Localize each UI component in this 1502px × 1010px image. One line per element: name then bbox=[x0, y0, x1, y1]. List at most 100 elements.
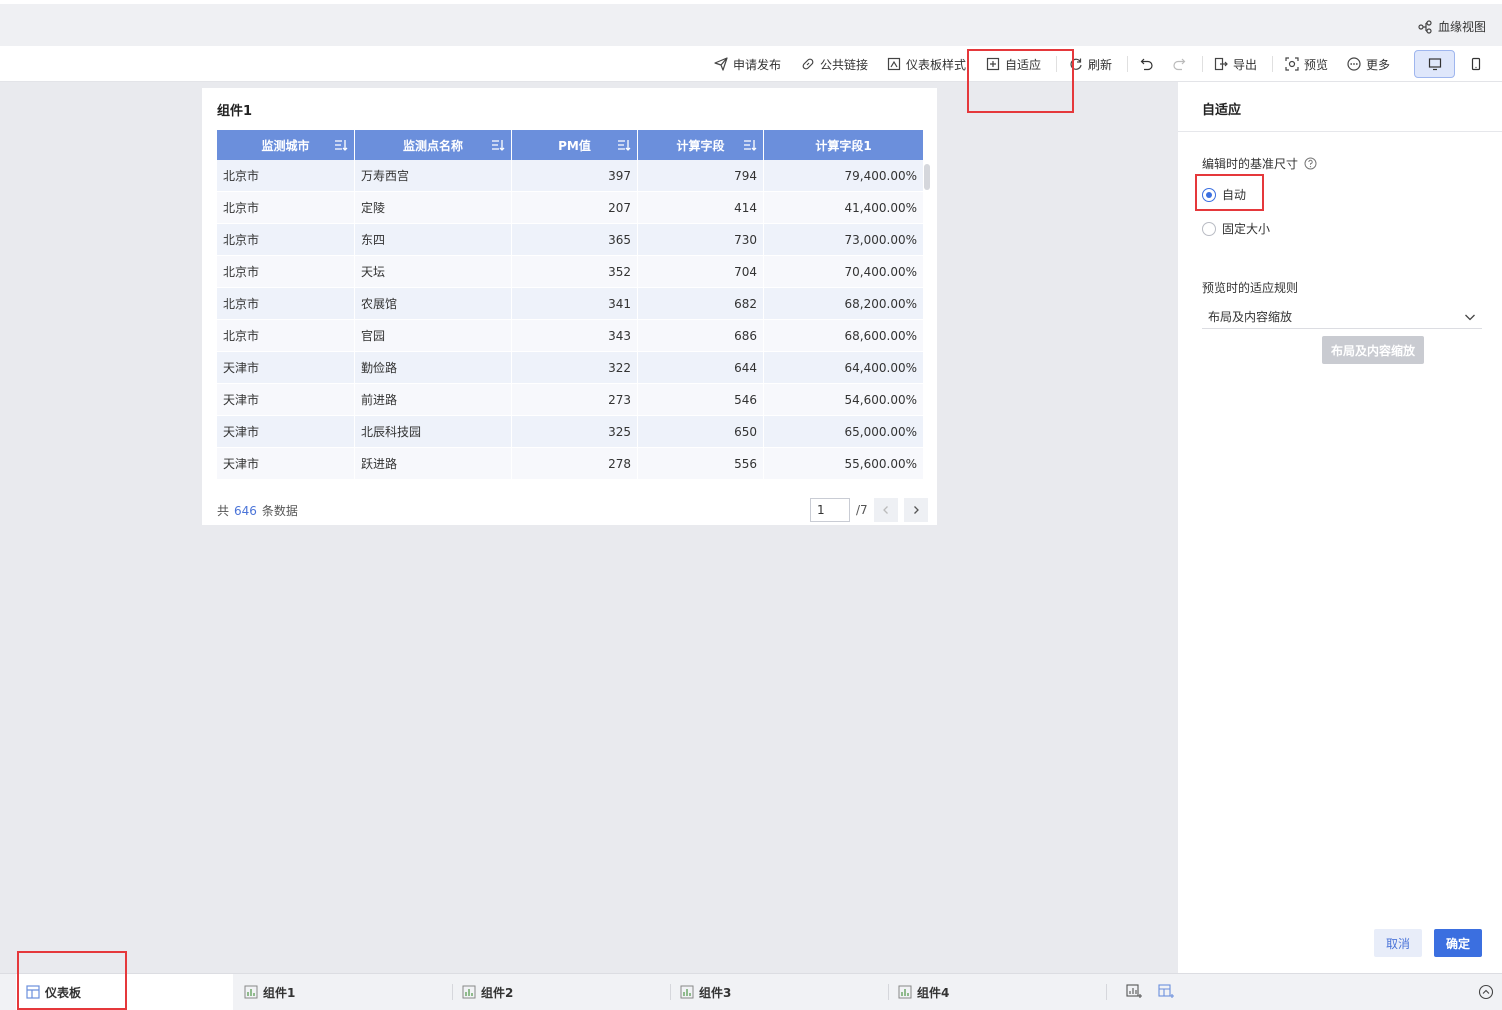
table-row[interactable]: 北京市 万寿西宫 397 794 79,400.00% bbox=[217, 160, 923, 192]
column-header[interactable]: 监测城市 bbox=[217, 130, 355, 160]
refresh-button[interactable]: 刷新 bbox=[1069, 54, 1112, 74]
add-dashboard-button[interactable] bbox=[1156, 982, 1176, 1002]
sort-icon[interactable] bbox=[334, 138, 348, 152]
radio-auto[interactable]: 自动 bbox=[1202, 186, 1246, 203]
collapse-button[interactable] bbox=[1476, 982, 1496, 1002]
table-scrollbar[interactable] bbox=[924, 164, 930, 190]
table-cell: 644 bbox=[638, 352, 764, 384]
table-cell: 207 bbox=[512, 192, 638, 224]
table-cell: 官园 bbox=[355, 320, 512, 352]
pagination: /7 bbox=[810, 498, 928, 522]
preview-button[interactable]: 预览 bbox=[1285, 54, 1328, 74]
adaptive-settings-panel: 自适应 编辑时的基准尺寸 自动 固定大小 预览时的适应规则 布局及内容缩放 布局… bbox=[1178, 82, 1502, 973]
preview-rule-button[interactable]: 布局及内容缩放 bbox=[1322, 336, 1424, 364]
radio-fixed-dot[interactable] bbox=[1202, 221, 1216, 236]
next-page-button[interactable] bbox=[903, 498, 928, 522]
palette-icon bbox=[887, 57, 901, 71]
table-cell: 546 bbox=[638, 384, 764, 416]
table-cell: 北京市 bbox=[217, 320, 355, 352]
total-count: 共 646 条数据 bbox=[217, 502, 298, 519]
chart-icon bbox=[898, 985, 912, 999]
page-total: /7 bbox=[856, 503, 868, 517]
sort-icon[interactable] bbox=[617, 138, 631, 152]
prev-page-button[interactable] bbox=[873, 498, 898, 522]
table-row[interactable]: 北京市 农展馆 341 682 68,200.00% bbox=[217, 288, 923, 320]
table-cell: 273 bbox=[512, 384, 638, 416]
adaptive-label: 自适应 bbox=[1005, 57, 1042, 72]
mobile-icon bbox=[1471, 57, 1480, 71]
publish-label: 申请发布 bbox=[733, 57, 782, 72]
undo-button[interactable] bbox=[1140, 54, 1154, 74]
preview-rule-select[interactable]: 布局及内容缩放 bbox=[1202, 305, 1482, 329]
redo-button[interactable] bbox=[1172, 54, 1186, 74]
table-cell: 343 bbox=[512, 320, 638, 352]
confirm-button[interactable]: 确定 bbox=[1434, 929, 1482, 957]
adaptive-button[interactable]: 自适应 bbox=[986, 54, 1041, 74]
export-label: 导出 bbox=[1233, 57, 1258, 72]
radio-auto-label: 自动 bbox=[1222, 188, 1247, 202]
more-icon bbox=[1347, 57, 1361, 71]
mobile-view-button[interactable] bbox=[1455, 50, 1496, 78]
table-cell: 41,400.00% bbox=[844, 201, 917, 215]
tab-component-3-label: 组件3 bbox=[699, 985, 732, 1000]
table-cell: 定陵 bbox=[355, 192, 512, 224]
page-number-input[interactable] bbox=[810, 498, 850, 522]
table-row[interactable]: 天津市 前进路 273 546 54,600.00% bbox=[217, 384, 923, 416]
column-header[interactable]: 计算字段1 bbox=[764, 130, 923, 160]
link-icon bbox=[802, 58, 814, 70]
add-component-button[interactable] bbox=[1124, 982, 1144, 1002]
desktop-icon bbox=[1428, 58, 1441, 71]
dashboard-style-button[interactable]: 仪表板样式 bbox=[887, 54, 966, 74]
table-row[interactable]: 天津市 跃进路 278 556 55,600.00% bbox=[217, 448, 923, 480]
table-row[interactable]: 天津市 勤俭路 322 644 64,400.00% bbox=[217, 352, 923, 384]
table-row[interactable]: 北京市 定陵 207 414 41,400.00% bbox=[217, 192, 923, 224]
table-row[interactable]: 天津市 北辰科技园 325 650 65,000.00% bbox=[217, 416, 923, 448]
table-cell: 跃进路 bbox=[355, 448, 512, 480]
component-card: 组件1 监测城市 监测点名称 PM值 计算字段 计算字段1 北京市 万寿西宫 397… bbox=[202, 88, 937, 525]
desktop-view-button[interactable] bbox=[1414, 50, 1455, 78]
radio-fixed-size[interactable]: 固定大小 bbox=[1202, 220, 1270, 237]
table-row[interactable]: 北京市 官园 343 686 68,600.00% bbox=[217, 320, 923, 352]
dashboard-icon bbox=[26, 985, 40, 999]
export-button[interactable]: 导出 bbox=[1214, 54, 1257, 74]
table-row[interactable]: 北京市 东四 365 730 73,000.00% bbox=[217, 224, 923, 256]
help-icon[interactable] bbox=[1304, 157, 1317, 170]
publish-button[interactable]: 申请发布 bbox=[714, 54, 781, 74]
table-cell: 北京市 bbox=[217, 160, 355, 192]
table-row[interactable]: 北京市 天坛 352 704 70,400.00% bbox=[217, 256, 923, 288]
table-cell: 68,200.00% bbox=[844, 297, 917, 311]
chevron-left-icon bbox=[882, 506, 888, 514]
tab-component-3[interactable]: 组件3 bbox=[670, 974, 731, 1010]
tab-component-2[interactable]: 组件2 bbox=[452, 974, 513, 1010]
tab-divider bbox=[1106, 984, 1107, 1000]
table-cell: 天津市 bbox=[217, 352, 355, 384]
more-button[interactable]: 更多 bbox=[1347, 54, 1390, 74]
table-cell: 365 bbox=[512, 224, 638, 256]
column-header[interactable]: 计算字段 bbox=[638, 130, 764, 160]
tab-dashboard[interactable]: 仪表板 bbox=[16, 974, 233, 1010]
sort-icon[interactable] bbox=[491, 138, 505, 152]
sort-icon[interactable] bbox=[743, 138, 757, 152]
export-icon bbox=[1214, 57, 1228, 71]
table-cell: 前进路 bbox=[355, 384, 512, 416]
column-header-label: PM值 bbox=[558, 138, 591, 153]
panel-title: 自适应 bbox=[1202, 103, 1242, 118]
radio-auto-dot[interactable] bbox=[1202, 187, 1216, 202]
tab-component-4[interactable]: 组件4 bbox=[888, 974, 949, 1010]
send-icon bbox=[714, 57, 728, 71]
toolbar: 申请发布 公共链接 仪表板样式 自适应 刷新 导出 预览 更多 bbox=[0, 46, 1502, 82]
preview-label: 预览 bbox=[1304, 57, 1329, 72]
adaptive-icon bbox=[986, 57, 1000, 71]
total-prefix: 共 bbox=[217, 504, 230, 518]
cancel-button[interactable]: 取消 bbox=[1374, 929, 1422, 957]
column-header[interactable]: PM值 bbox=[512, 130, 638, 160]
public-link-button[interactable]: 公共链接 bbox=[801, 54, 868, 74]
lineage-view-button[interactable]: 血缘视图 bbox=[1418, 18, 1486, 35]
table-cell: 686 bbox=[638, 320, 764, 352]
base-size-label-text: 编辑时的基准尺寸 bbox=[1202, 157, 1299, 171]
chart-icon bbox=[462, 985, 476, 999]
column-header[interactable]: 监测点名称 bbox=[355, 130, 512, 160]
tab-component-1-label: 组件1 bbox=[263, 985, 296, 1000]
table-cell: 682 bbox=[638, 288, 764, 320]
tab-component-1[interactable]: 组件1 bbox=[234, 974, 295, 1010]
